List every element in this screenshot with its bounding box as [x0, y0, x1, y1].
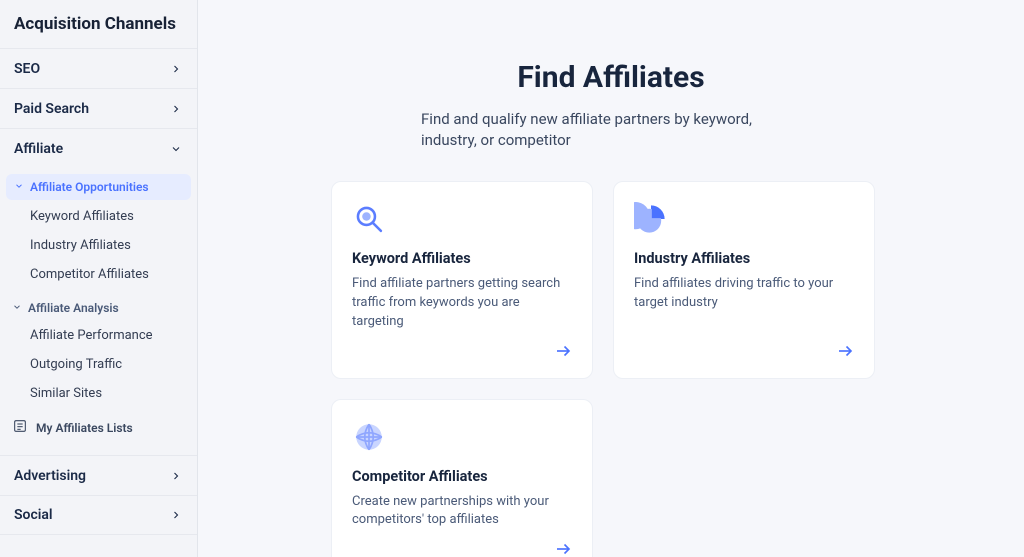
sidebar-item-seo[interactable]: SEO [0, 48, 197, 88]
sidebar-link-label: My Affiliates Lists [36, 421, 133, 435]
sidebar-item-label: Social [14, 507, 53, 523]
chevron-down-icon [12, 301, 22, 315]
sidebar-subheader-label: Affiliate Opportunities [30, 180, 149, 194]
chevron-down-icon [14, 180, 24, 194]
sidebar-link-industry-affiliates[interactable]: Industry Affiliates [0, 231, 197, 260]
sidebar-item-label: Affiliate [14, 141, 63, 157]
card-title: Competitor Affiliates [352, 468, 572, 485]
page-subtitle: Find and qualify new affiliate partners … [331, 109, 891, 151]
card-title: Industry Affiliates [634, 250, 854, 267]
arrow-right-icon [836, 342, 854, 360]
sidebar: Acquisition Channels SEO Paid Search Aff… [0, 0, 198, 557]
globe-icon [352, 420, 386, 454]
sidebar-item-label: SEO [14, 61, 40, 77]
magnifier-icon [352, 202, 386, 236]
card-title: Keyword Affiliates [352, 250, 572, 267]
list-icon [12, 418, 28, 437]
sidebar-subheader-affiliate-analysis[interactable]: Affiliate Analysis [0, 295, 197, 321]
sidebar-item-label: Advertising [14, 468, 86, 484]
sidebar-link-keyword-affiliates[interactable]: Keyword Affiliates [0, 202, 197, 231]
sidebar-link-similar-sites[interactable]: Similar Sites [0, 379, 197, 408]
sidebar-subheader-affiliate-opportunities[interactable]: Affiliate Opportunities [6, 174, 191, 200]
sidebar-item-label: Paid Search [14, 101, 89, 117]
pie-chart-icon [634, 202, 668, 236]
sidebar-subsection-affiliate: Affiliate Opportunities Keyword Affiliat… [0, 168, 197, 455]
sidebar-link-outgoing-traffic[interactable]: Outgoing Traffic [0, 350, 197, 379]
sidebar-title: Acquisition Channels [0, 4, 197, 48]
card-grid: Keyword Affiliates Find affiliate partne… [331, 181, 891, 557]
chevron-right-icon [169, 469, 183, 483]
chevron-right-icon [169, 102, 183, 116]
sidebar-subheader-label: Affiliate Analysis [28, 301, 119, 315]
card-industry-affiliates[interactable]: Industry Affiliates Find affiliates driv… [613, 181, 875, 379]
arrow-right-icon [554, 342, 572, 360]
hero: Find Affiliates Find and qualify new aff… [331, 60, 891, 151]
sidebar-item-affiliate[interactable]: Affiliate [0, 128, 197, 168]
card-description: Create new partnerships with your compet… [352, 493, 572, 531]
arrow-right-icon [554, 540, 572, 557]
sidebar-link-competitor-affiliates[interactable]: Competitor Affiliates [0, 260, 197, 289]
page-title: Find Affiliates [331, 60, 891, 95]
main-content: Find Affiliates Find and qualify new aff… [198, 0, 1024, 557]
card-competitor-affiliates[interactable]: Competitor Affiliates Create new partner… [331, 399, 593, 557]
sidebar-item-advertising[interactable]: Advertising [0, 455, 197, 495]
chevron-down-icon [169, 142, 183, 156]
card-description: Find affiliate partners getting search t… [352, 275, 572, 332]
card-description: Find affiliates driving traffic to your … [634, 275, 854, 332]
chevron-right-icon [169, 62, 183, 76]
sidebar-link-my-affiliates-lists[interactable]: My Affiliates Lists [0, 408, 197, 447]
sidebar-link-affiliate-performance[interactable]: Affiliate Performance [0, 321, 197, 350]
sidebar-item-paid-search[interactable]: Paid Search [0, 88, 197, 128]
chevron-right-icon [169, 508, 183, 522]
sidebar-item-social[interactable]: Social [0, 495, 197, 535]
card-keyword-affiliates[interactable]: Keyword Affiliates Find affiliate partne… [331, 181, 593, 379]
